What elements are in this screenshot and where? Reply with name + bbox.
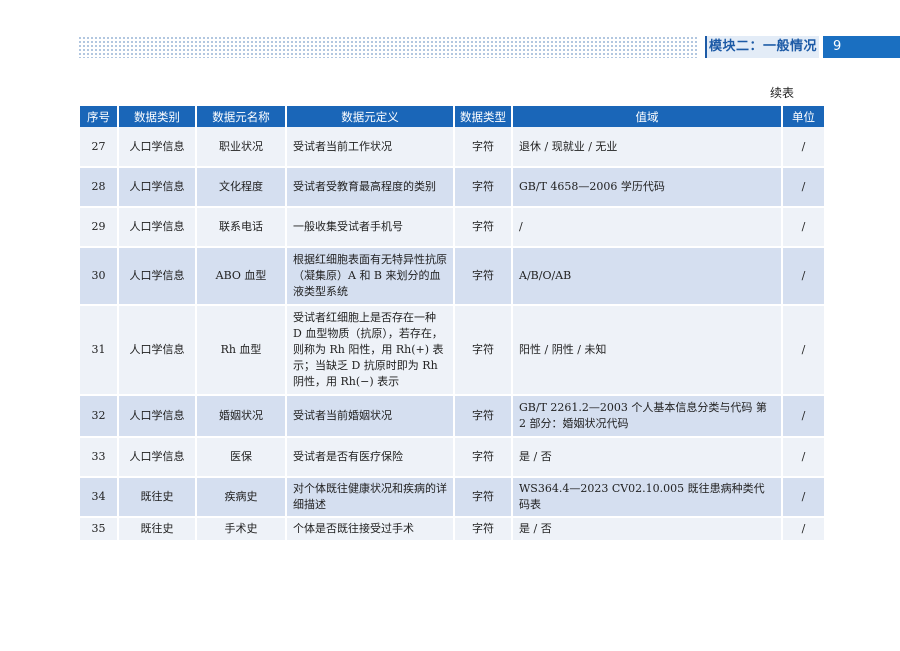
cell-type: 字符	[454, 305, 513, 396]
cell-name: 婚姻状况	[196, 395, 287, 438]
header-category: 数据类别	[118, 106, 197, 127]
header-dot-pattern	[78, 36, 698, 58]
cell-unit: /	[782, 207, 824, 248]
table-row: 29 人口学信息 联系电话 一般收集受试者手机号 字符 / /	[80, 207, 824, 248]
cell-no: 32	[80, 395, 119, 438]
cell-category: 人口学信息	[118, 395, 197, 438]
cell-no: 33	[80, 437, 119, 478]
cell-name: ABO 血型	[196, 247, 287, 306]
header-definition: 数据元定义	[286, 106, 455, 127]
cell-category: 人口学信息	[118, 437, 197, 478]
cell-no: 35	[80, 517, 119, 542]
cell-no: 30	[80, 247, 119, 306]
header-element-name: 数据元名称	[196, 106, 287, 127]
cell-category: 既往史	[118, 517, 197, 542]
cell-category: 人口学信息	[118, 247, 197, 306]
cell-domain: A/B/O/AB	[512, 247, 783, 306]
cell-type: 字符	[454, 167, 513, 208]
cell-category: 人口学信息	[118, 207, 197, 248]
cell-domain: WS364.4—2023 CV02.10.005 既往患病种类代码表	[512, 477, 783, 518]
cell-unit: /	[782, 127, 824, 168]
cell-type: 字符	[454, 517, 513, 542]
table-row: 34 既往史 疾病史 对个体既往健康状况和疾病的详细描述 字符 WS364.4—…	[80, 477, 824, 518]
cell-no: 28	[80, 167, 119, 208]
table-row: 28 人口学信息 文化程度 受试者受教育最高程度的类别 字符 GB/T 4658…	[80, 167, 824, 208]
cell-domain: GB/T 2261.2—2003 个人基本信息分类与代码 第 2 部分：婚姻状况…	[512, 395, 783, 438]
cell-name: 手术史	[196, 517, 287, 542]
data-element-table: 序号 数据类别 数据元名称 数据元定义 数据类型 值域 单位 27 人口学信息 …	[80, 106, 824, 542]
cell-name: 联系电话	[196, 207, 287, 248]
cell-type: 字符	[454, 207, 513, 248]
continued-table-label: 续表	[770, 86, 795, 100]
header-no: 序号	[80, 106, 119, 127]
cell-definition: 个体是否既往接受过手术	[286, 517, 455, 542]
cell-category: 人口学信息	[118, 127, 197, 168]
cell-definition: 根据红细胞表面有无特异性抗原（凝集原）A 和 B 来划分的血液类型系统	[286, 247, 455, 306]
cell-unit: /	[782, 305, 824, 396]
cell-type: 字符	[454, 247, 513, 306]
cell-unit: /	[782, 167, 824, 208]
cell-no: 27	[80, 127, 119, 168]
cell-unit: /	[782, 477, 824, 518]
table-row: 31 人口学信息 Rh 血型 受试者红细胞上是否存在一种 D 血型物质（抗原），…	[80, 305, 824, 396]
cell-definition: 受试者受教育最高程度的类别	[286, 167, 455, 208]
cell-unit: /	[782, 247, 824, 306]
cell-domain: 是 / 否	[512, 437, 783, 478]
cell-domain: 阳性 / 阴性 / 未知	[512, 305, 783, 396]
cell-name: 职业状况	[196, 127, 287, 168]
cell-definition: 受试者红细胞上是否存在一种 D 血型物质（抗原），若存在，则称为 Rh 阳性，用…	[286, 305, 455, 396]
cell-domain: 是 / 否	[512, 517, 783, 542]
cell-name: 医保	[196, 437, 287, 478]
page-number: 9	[823, 36, 900, 58]
module-title: 模块二：一般情况	[705, 36, 819, 58]
cell-name: Rh 血型	[196, 305, 287, 396]
header-data-type: 数据类型	[454, 106, 513, 127]
cell-unit: /	[782, 395, 824, 438]
cell-domain: 退休 / 现就业 / 无业	[512, 127, 783, 168]
header-value-domain: 值域	[512, 106, 783, 127]
table-row: 35 既往史 手术史 个体是否既往接受过手术 字符 是 / 否 /	[80, 517, 824, 542]
cell-type: 字符	[454, 437, 513, 478]
cell-type: 字符	[454, 395, 513, 438]
table-row: 30 人口学信息 ABO 血型 根据红细胞表面有无特异性抗原（凝集原）A 和 B…	[80, 247, 824, 306]
cell-definition: 受试者当前婚姻状况	[286, 395, 455, 438]
cell-no: 31	[80, 305, 119, 396]
table-header-row: 序号 数据类别 数据元名称 数据元定义 数据类型 值域 单位	[80, 106, 824, 127]
cell-no: 29	[80, 207, 119, 248]
cell-category: 既往史	[118, 477, 197, 518]
cell-name: 文化程度	[196, 167, 287, 208]
table-row: 32 人口学信息 婚姻状况 受试者当前婚姻状况 字符 GB/T 2261.2—2…	[80, 395, 824, 438]
cell-no: 34	[80, 477, 119, 518]
cell-definition: 受试者当前工作状况	[286, 127, 455, 168]
cell-type: 字符	[454, 127, 513, 168]
cell-domain: GB/T 4658—2006 学历代码	[512, 167, 783, 208]
cell-unit: /	[782, 517, 824, 542]
cell-category: 人口学信息	[118, 305, 197, 396]
cell-category: 人口学信息	[118, 167, 197, 208]
cell-domain: /	[512, 207, 783, 248]
table-row: 33 人口学信息 医保 受试者是否有医疗保险 字符 是 / 否 /	[80, 437, 824, 478]
cell-unit: /	[782, 437, 824, 478]
cell-definition: 受试者是否有医疗保险	[286, 437, 455, 478]
table-row: 27 人口学信息 职业状况 受试者当前工作状况 字符 退休 / 现就业 / 无业…	[80, 127, 824, 168]
cell-name: 疾病史	[196, 477, 287, 518]
header-unit: 单位	[782, 106, 824, 127]
cell-definition: 对个体既往健康状况和疾病的详细描述	[286, 477, 455, 518]
cell-type: 字符	[454, 477, 513, 518]
cell-definition: 一般收集受试者手机号	[286, 207, 455, 248]
